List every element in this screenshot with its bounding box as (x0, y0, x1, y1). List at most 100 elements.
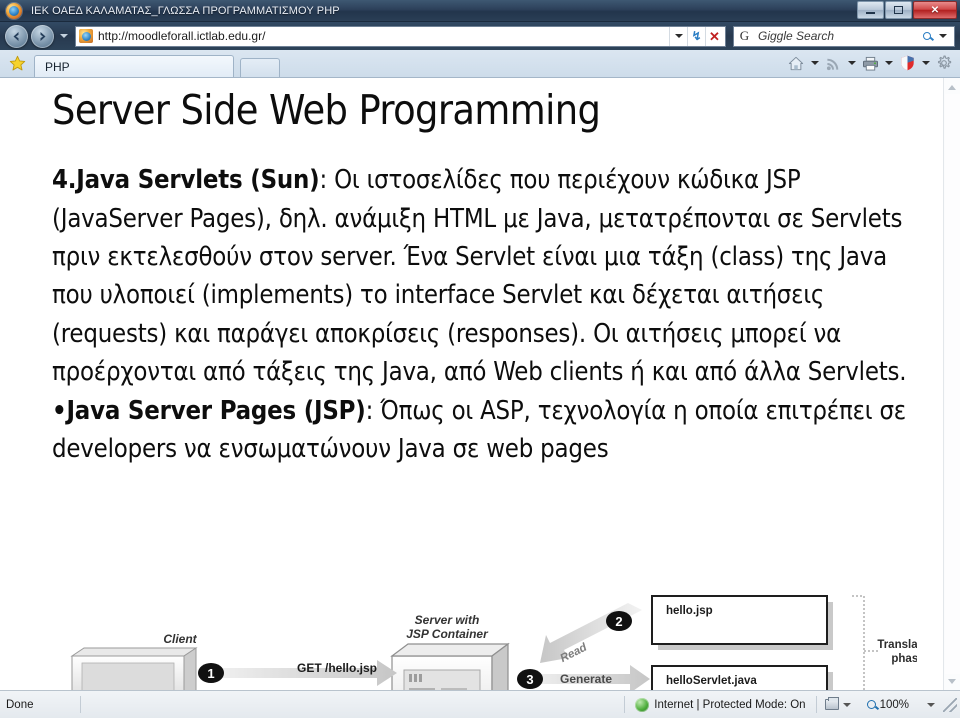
gear-icon (937, 55, 952, 69)
security-zone[interactable]: Internet | Protected Mode: On (625, 697, 815, 712)
tools-button[interactable] (934, 53, 954, 73)
shield-icon (900, 55, 914, 71)
chevron-down-icon (674, 34, 683, 38)
search-button[interactable] (919, 32, 935, 40)
diagram-step-1-label: GET /hello.jsp (297, 661, 377, 675)
zoom-level-label: 100% (879, 698, 909, 711)
diagram-step-1-number: 1 (207, 666, 214, 681)
jsp-lifecycle-diagram: Client Server with JSP Container 1 GET /… (52, 588, 917, 690)
home-icon (788, 56, 804, 70)
browser-viewport: Server Side Web Programming 4.Java Servl… (0, 78, 960, 690)
close-button[interactable]: ✕ (913, 1, 957, 19)
home-button[interactable] (786, 53, 806, 73)
forward-button[interactable] (31, 24, 54, 48)
print-dropdown[interactable] (882, 53, 895, 73)
chevron-down-icon (939, 34, 947, 38)
chevron-down-icon (921, 61, 930, 65)
chevron-down-icon[interactable] (842, 702, 851, 707)
diagram-server-label-1: Server with (415, 613, 480, 627)
diagram-step-3-number: 3 (526, 672, 533, 687)
chevron-down-icon (948, 678, 956, 684)
minimize-button[interactable] (857, 1, 884, 19)
page-content: Server Side Web Programming 4.Java Servl… (0, 78, 943, 690)
stop-button[interactable]: ✕ (705, 26, 723, 46)
zoom-icon[interactable] (866, 700, 876, 709)
favorites-button[interactable] (4, 50, 30, 76)
window-resize-grip[interactable] (943, 697, 957, 712)
address-dropdown-button[interactable] (669, 26, 687, 46)
diagram-client-label: Client (163, 632, 197, 646)
diagram-step-3-label: Generate (560, 672, 612, 686)
paragraph-servlets: 4.Java Servlets (Sun): Οι ιστοσελίδες πο… (52, 161, 925, 391)
globe-icon (635, 697, 650, 712)
window-title: ΙΕΚ ΟΑΕΔ ΚΑΛΑΜΑΤΑΣ_ΓΛΩΣΣΑ ΠΡΟΓΡΑΜΜΑΤΙΣΜΟ… (31, 4, 340, 17)
refresh-icon: ↯ (691, 29, 702, 43)
jsp-lifecycle-svg: Client Server with JSP Container 1 GET /… (52, 588, 917, 690)
command-bar (786, 53, 954, 73)
app-icon (6, 2, 22, 19)
address-bar[interactable]: http://moodleforall.ictlab.edu.gr/ ↯ ✕ (75, 25, 726, 47)
rss-icon (826, 58, 838, 70)
diagram-file-hello-servlet-java-label: helloServlet.java (666, 675, 757, 687)
feeds-dropdown[interactable] (845, 53, 858, 73)
window-controls: ✕ (857, 1, 957, 19)
safety-button[interactable] (897, 53, 917, 73)
search-input[interactable]: Giggle Search (758, 29, 919, 43)
printer-icon[interactable] (824, 697, 839, 710)
client-computer-icon (70, 647, 198, 690)
paragraph-servlets-text: : Οι ιστοσελίδες που περιέχουν κώδικα JS… (52, 165, 907, 388)
vertical-scrollbar[interactable] (943, 78, 960, 690)
search-box[interactable]: G Giggle Search (733, 25, 955, 47)
close-icon: ✕ (709, 28, 720, 44)
feeds-button[interactable] (823, 53, 843, 73)
chevron-down-icon (810, 61, 819, 65)
diagram-step-2-number: 2 (615, 614, 622, 629)
search-icon (923, 32, 931, 40)
window-titlebar: ΙΕΚ ΟΑΕΔ ΚΑΛΑΜΑΤΑΣ_ΓΛΩΣΣΑ ΠΡΟΓΡΑΜΜΑΤΙΣΜΟ… (0, 0, 960, 22)
tab-bar: PHP (0, 50, 960, 78)
status-text: Done (6, 698, 34, 711)
home-dropdown[interactable] (808, 53, 821, 73)
chevron-down-icon[interactable] (927, 702, 935, 707)
diagram-file-hello-jsp-label: hello.jsp (666, 605, 713, 617)
diagram-phase-1-line1: Translation (877, 639, 917, 651)
printer-icon (862, 56, 878, 71)
page-favicon-icon (79, 29, 93, 43)
status-bar: Done Internet | Protected Mode: On 100% (0, 690, 960, 718)
diagram-file-hello-servlet-java: helloServlet.java (651, 665, 833, 690)
diagram-phase-1-line2: phase (891, 653, 917, 665)
chevron-up-icon (948, 84, 956, 90)
diagram-file-hello-jsp: hello.jsp (651, 595, 833, 650)
minimize-icon (866, 11, 875, 14)
star-icon (9, 55, 25, 70)
paragraph-jsp: •Java Server Pages (JSP): Όπως οι ASP, τ… (52, 392, 925, 469)
tab-php[interactable]: PHP (34, 55, 234, 77)
chevron-down-icon (884, 61, 893, 65)
scrollbar-track[interactable] (944, 94, 960, 674)
new-tab-button[interactable] (240, 58, 280, 77)
maximize-button[interactable] (885, 1, 912, 19)
search-provider-dropdown[interactable] (935, 34, 951, 38)
maximize-icon (894, 6, 903, 14)
status-divider (80, 696, 81, 713)
tab-label: PHP (45, 59, 70, 74)
paragraph-jsp-lead: •Java Server Pages (JSP) (52, 395, 366, 426)
address-input[interactable]: http://moodleforall.ictlab.edu.gr/ (98, 29, 669, 43)
safety-dropdown[interactable] (919, 53, 932, 73)
forward-arrow-icon (40, 31, 46, 41)
slide-body: 4.Java Servlets (Sun): Οι ιστοσελίδες πο… (52, 161, 925, 468)
status-right-group: 100% (817, 697, 943, 711)
search-provider-icon: G (739, 28, 750, 43)
security-zone-label: Internet | Protected Mode: On (654, 698, 806, 711)
diagram-server-label-2: JSP Container (406, 627, 489, 641)
back-arrow-icon (13, 31, 19, 41)
scroll-down-button[interactable] (945, 674, 960, 688)
print-button[interactable] (860, 53, 880, 73)
chevron-down-icon (59, 34, 68, 38)
chevron-down-icon (847, 61, 856, 65)
recent-pages-dropdown[interactable] (57, 26, 70, 46)
scroll-up-button[interactable] (945, 80, 960, 94)
navigation-toolbar: http://moodleforall.ictlab.edu.gr/ ↯ ✕ G… (0, 22, 960, 50)
refresh-button[interactable]: ↯ (687, 26, 705, 46)
back-button[interactable] (5, 24, 28, 48)
